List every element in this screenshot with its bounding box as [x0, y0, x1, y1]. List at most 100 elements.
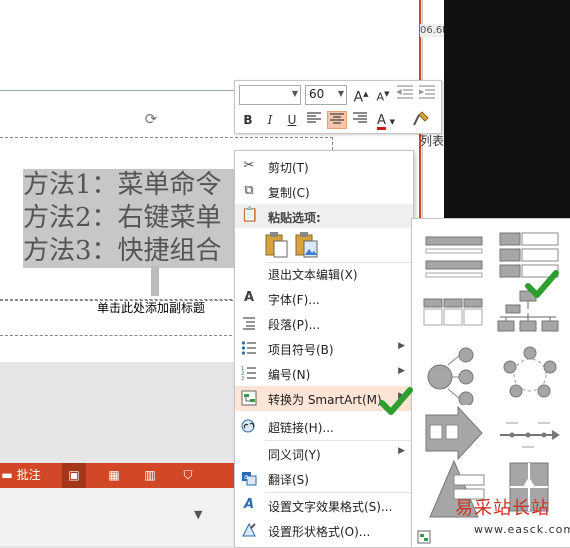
align-left-icon — [307, 112, 321, 123]
watermark-url: www.easck.com — [474, 523, 570, 536]
reading-view-icon: ▥ — [144, 468, 156, 482]
paste-picture-option[interactable] — [295, 231, 319, 259]
menu-item-label: 转换为 SmartArt(M) — [268, 393, 382, 407]
checkmark-icon — [525, 270, 559, 298]
shape-format-icon — [241, 522, 257, 538]
copy-icon: ⧉ — [244, 183, 254, 198]
title-line-3: 方法3：快捷组合 — [23, 235, 238, 268]
grow-font-button[interactable]: A▲ — [351, 85, 371, 106]
align-left-button[interactable] — [305, 111, 323, 129]
comment-icon: ▬ — [1, 468, 13, 482]
title-text[interactable]: 方法1：菜单命令 方法2：右键菜单 方法3：快捷组合 — [23, 169, 238, 268]
smartart-horizontal-bullet-list[interactable] — [420, 293, 488, 353]
align-center-icon — [330, 113, 344, 124]
menu-item-font[interactable]: A 字体(F)... — [235, 286, 413, 311]
paste-options-header: 📋 粘贴选项: — [235, 204, 413, 228]
menu-item-bullets[interactable]: 项目符号(B) ▶ — [235, 336, 413, 361]
menu-item-label: 超链接(H)... — [268, 421, 334, 435]
menu-item-label: 项目符号(B) — [268, 343, 334, 357]
font-size-value: 60 — [309, 87, 325, 101]
menu-item-label: 同义词(Y) — [268, 448, 321, 462]
svg-text:a: a — [244, 473, 248, 481]
dark-background-corner — [444, 0, 570, 220]
bold-button[interactable]: B — [239, 111, 257, 129]
menu-item-shape-format[interactable]: 设置形状格式(O)... — [235, 518, 413, 543]
menu-item-label: 编号(N) — [268, 368, 311, 382]
comments-button[interactable]: ▬ 批注 — [0, 463, 42, 488]
normal-view-icon: ▣ — [68, 468, 80, 482]
resize-handle[interactable] — [151, 266, 159, 296]
underline-button[interactable]: U — [283, 111, 301, 129]
status-bar: ▬ 批注 ▣ ▦ ▥ ⛉ — [0, 463, 236, 488]
increase-indent-button[interactable] — [417, 85, 437, 103]
normal-view-button[interactable]: ▣ — [62, 463, 86, 488]
smartart-basic-cycle[interactable] — [496, 345, 564, 405]
numbering-icon: 123 — [241, 365, 257, 382]
watermark-title: 易采站长站 — [455, 498, 550, 519]
menu-item-label: 退出文本编辑(X) — [268, 268, 358, 282]
smartart-timeline[interactable] — [496, 405, 564, 465]
hyperlink-icon — [241, 418, 257, 434]
menu-item-label: 设置形状格式(O)... — [268, 525, 371, 539]
comments-label: 批注 — [16, 468, 41, 482]
format-painter-button[interactable] — [411, 111, 431, 129]
smartart-vertical-bullet-list[interactable] — [420, 229, 488, 289]
translate-icon: a — [241, 470, 257, 486]
shrink-font-button[interactable]: A▼ — [373, 85, 393, 104]
align-center-button[interactable] — [327, 111, 347, 129]
paragraph-icon — [241, 315, 257, 331]
rotate-handle-icon[interactable]: ⟳ — [144, 112, 158, 127]
menu-item-synonyms[interactable]: 同义词(Y) ▶ — [235, 441, 413, 466]
chevron-down-icon: ▼ — [389, 118, 396, 126]
paste-icon: 📋 — [241, 207, 259, 223]
slideshow-icon: ⛉ — [183, 468, 193, 482]
subtitle-placeholder-text[interactable]: 单击此处添加副标题 — [97, 299, 205, 316]
submenu-arrow-icon: ▶ — [398, 341, 405, 351]
context-menu: ✂ 剪切(T) ⧉ 复制(C) 📋 粘贴选项: 退出文本编辑(X) A 字体(F… — [234, 150, 414, 548]
paste-keep-text-only-option[interactable] — [265, 231, 289, 259]
title-line-1: 方法1：菜单命令 — [23, 169, 238, 202]
menu-item-text-effects[interactable]: A 设置文字效果格式(S)... — [235, 493, 413, 518]
menu-item-label: 设置文字效果格式(S)... — [268, 500, 393, 514]
align-right-icon — [353, 112, 367, 123]
mini-toolbar: ▼ 60 ▼ A▲ A▼ B I U A ▼ — [234, 80, 442, 134]
menu-item-label: 字体(F)... — [268, 293, 320, 307]
scissors-icon: ✂ — [243, 158, 255, 173]
menu-item-label: 复制(C) — [268, 186, 310, 200]
submenu-arrow-icon: ▶ — [398, 446, 405, 456]
slide-sorter-view-button[interactable]: ▦ — [102, 463, 126, 488]
smartart-icon — [241, 390, 257, 406]
menu-item-paragraph[interactable]: 段落(P)... — [235, 311, 413, 336]
chevron-down-icon[interactable]: ▼ — [194, 508, 202, 521]
font-icon: A — [243, 290, 255, 305]
increase-indent-icon — [418, 85, 435, 99]
menu-item-cut[interactable]: ✂ 剪切(T) — [235, 154, 413, 179]
decrease-indent-button[interactable] — [395, 85, 415, 103]
menu-item-numbering[interactable]: 123 编号(N) ▶ — [235, 361, 413, 386]
right-panel-list-label: 列表 — [420, 134, 445, 148]
menu-item-label: 段落(P)... — [268, 318, 321, 332]
checkmark-icon — [379, 387, 413, 415]
chevron-down-icon: ▼ — [291, 89, 298, 98]
font-size-dropdown[interactable]: 60 ▼ — [305, 85, 347, 105]
chevron-down-icon: ▼ — [337, 89, 344, 98]
decrease-indent-icon — [395, 85, 413, 99]
menu-item-label: 剪切(T) — [268, 161, 309, 175]
right-panel-number: 06.6t — [420, 24, 447, 37]
format-painter-icon — [413, 111, 429, 126]
reading-view-button[interactable]: ▥ — [138, 463, 162, 488]
slide-sorter-icon: ▦ — [108, 468, 120, 482]
smartart-more-icon[interactable] — [417, 530, 431, 544]
font-name-dropdown[interactable]: ▼ — [239, 85, 301, 105]
menu-item-translate[interactable]: a 翻译(S) — [235, 466, 413, 491]
bullets-icon — [241, 340, 257, 356]
menu-item-exit-text-edit[interactable]: 退出文本编辑(X) — [235, 261, 413, 286]
italic-button[interactable]: I — [261, 111, 279, 129]
smartart-radial-cycle[interactable] — [420, 345, 488, 407]
paste-picture-icon — [295, 232, 318, 258]
align-right-button[interactable] — [351, 111, 369, 129]
menu-item-copy[interactable]: ⧉ 复制(C) — [235, 179, 413, 204]
font-color-button[interactable]: A ▼ — [373, 111, 399, 130]
slideshow-view-button[interactable]: ⛉ — [176, 463, 200, 488]
smartart-process-arrows[interactable] — [420, 405, 488, 465]
